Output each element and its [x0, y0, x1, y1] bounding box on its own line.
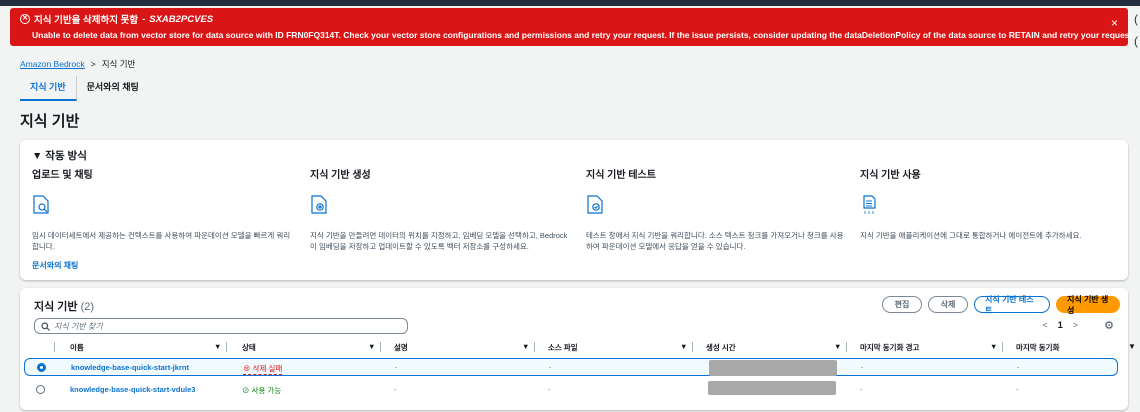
close-icon[interactable]: × — [1111, 16, 1118, 30]
col-header-status[interactable]: 상태 — [242, 342, 256, 353]
column-divider — [380, 342, 381, 352]
col-header-description[interactable]: 설명 — [394, 342, 408, 353]
prev-page-button[interactable]: < — [1042, 320, 1047, 330]
top-nav-bar — [0, 0, 1140, 6]
how-it-works-toggle[interactable]: ▼ 작동 방식 — [32, 148, 87, 163]
knowledge-base-table-panel: 지식 기반 (2) 편집 삭제 지식 기반 테스트 지식 기반 생성 지식 기반… — [20, 288, 1136, 410]
sort-icon[interactable]: ▼ — [1128, 342, 1136, 351]
col-header-last-sync[interactable]: 마지막 동기화 — [1016, 342, 1059, 353]
gear-icon[interactable]: ⚙ — [1104, 319, 1114, 332]
sort-icon[interactable]: ▼ — [834, 342, 841, 351]
pagination: < 1 > — [1042, 320, 1078, 330]
error-id-separator: - — [142, 13, 146, 25]
how-col-description: 임시 데이터세트에서 제공하는 컨텍스트를 사용하여 파운데이션 모델을 빠르게… — [32, 231, 291, 251]
redacted-created-time — [709, 360, 837, 376]
kb-last-sync: - — [1016, 385, 1019, 394]
status-badge: ⊘ 사용 가능 — [242, 386, 282, 395]
table-row[interactable]: knowledge-base-quick-start-vdule3 ⊘ 사용 가… — [24, 381, 1118, 399]
how-col-create: 지식 기반 생성 지식 기반을 만들려면 데이터의 위치를 지정하고, 임베딩 … — [310, 166, 570, 252]
how-col-test: 지식 기반 테스트 테스트 창에서 지식 기반을 쿼리합니다. 소스 텍스트 청… — [586, 166, 846, 252]
tab-bar: 지식 기반 문서와의 채팅 — [20, 76, 149, 101]
kb-description: - — [395, 363, 398, 372]
how-col-use: 지식 기반 사용 지식 기반을 애플리케이션에 그대로 통합하거나 에이전트에 … — [860, 166, 1120, 241]
search-placeholder: 지식 기반 찾기 — [54, 321, 103, 331]
sort-icon[interactable]: ▼ — [368, 342, 375, 351]
next-page-button[interactable]: > — [1073, 320, 1078, 330]
how-col-title: 지식 기반 생성 — [310, 170, 371, 181]
success-status-icon: ⊘ — [242, 386, 250, 395]
breadcrumb: Amazon Bedrock > 지식 기반 — [20, 58, 135, 70]
document-check-icon — [587, 195, 603, 214]
column-divider — [534, 342, 535, 352]
col-header-sync-warning[interactable]: 마지막 동기화 경고 — [860, 342, 919, 353]
error-icon: ✕ — [20, 14, 30, 24]
document-add-icon — [311, 195, 327, 214]
breadcrumb-current: 지식 기반 — [101, 59, 136, 69]
sort-icon[interactable]: ▼ — [214, 342, 221, 351]
kb-sync-warning: - — [861, 363, 864, 372]
kb-description: - — [394, 385, 397, 394]
tab-chat-with-document[interactable]: 문서와의 채팅 — [77, 76, 149, 101]
search-input[interactable]: 지식 기반 찾기 — [34, 318, 408, 334]
document-use-icon — [863, 195, 876, 214]
redacted-created-time — [708, 381, 836, 395]
error-message: Unable to delete data from vector store … — [32, 30, 1135, 40]
column-divider — [692, 342, 693, 352]
column-divider — [846, 342, 847, 352]
how-col-title: 업로드 및 채팅 — [32, 170, 93, 181]
edge-glyph: ( — [1134, 12, 1138, 26]
kb-source-files: - — [548, 385, 551, 394]
tab-knowledge-bases[interactable]: 지식 기반 — [20, 76, 77, 101]
col-header-name[interactable]: 이름 — [70, 342, 84, 353]
document-search-icon — [33, 195, 49, 214]
breadcrumb-root-link[interactable]: Amazon Bedrock — [20, 59, 85, 69]
sort-icon[interactable]: ▼ — [680, 342, 687, 351]
search-icon — [41, 321, 50, 331]
kb-source-files: - — [549, 363, 552, 372]
col-header-created[interactable]: 생성 시간 — [706, 342, 736, 353]
edge-glyph: ( — [1134, 34, 1138, 48]
breadcrumb-separator: > — [90, 59, 96, 69]
page-title: 지식 기반 — [20, 113, 80, 130]
sort-icon[interactable]: ▼ — [990, 342, 997, 351]
column-divider — [54, 342, 55, 352]
error-title: 지식 기반을 삭제하지 못함 — [34, 15, 139, 26]
how-col-description: 테스트 창에서 지식 기반을 쿼리합니다. 소스 텍스트 청크를 가져오거나 청… — [586, 231, 844, 251]
error-id: SXAB2PCVES — [149, 13, 214, 25]
edit-button[interactable]: 편집 — [882, 296, 922, 313]
kb-last-sync: - — [1017, 363, 1020, 372]
row-radio[interactable] — [37, 363, 46, 372]
how-col-title: 지식 기반 사용 — [860, 170, 921, 181]
error-status-icon: ⊗ — [243, 364, 251, 373]
kb-sync-warning: - — [860, 385, 863, 394]
test-kb-button[interactable]: 지식 기반 테스트 — [974, 295, 1050, 315]
kb-name-link[interactable]: knowledge-base-quick-start-vdule3 — [70, 385, 195, 394]
kb-name-link[interactable]: knowledge-base-quick-start-jkrnt — [71, 363, 189, 372]
chat-with-document-link[interactable]: 문서와의 채팅 — [32, 260, 292, 271]
table-row[interactable]: knowledge-base-quick-start-jkrnt ⊗ 삭제 실패… — [24, 358, 1118, 376]
row-radio[interactable] — [36, 385, 45, 394]
how-col-description: 지식 기반을 만들려면 데이터의 위치를 지정하고, 임베딩 모델을 선택하고,… — [310, 231, 568, 251]
how-col-upload-chat: 업로드 및 채팅 임시 데이터세트에서 제공하는 컨텍스트를 사용하여 파운데이… — [32, 166, 292, 271]
sort-icon[interactable]: ▼ — [522, 342, 529, 351]
error-banner: ✕ 지식 기반을 삭제하지 못함 - SXAB2PCVES Unable to … — [10, 8, 1135, 46]
column-divider — [1002, 342, 1003, 352]
current-page[interactable]: 1 — [1058, 320, 1063, 330]
how-it-works-panel: ▼ 작동 방식 업로드 및 채팅 임시 데이터세트에서 제공하는 컨텍스트를 사… — [20, 140, 1128, 280]
table-header: 이름 ▼ 상태 ▼ 설명 ▼ 소스 파일 ▼ 생성 시간 ▼ 마지막 동기화 경… — [34, 340, 1136, 354]
how-col-description: 지식 기반을 애플리케이션에 그대로 통합하거나 에이전트에 추가하세요. — [860, 231, 1082, 240]
status-badge[interactable]: ⊗ 삭제 실패 — [243, 363, 283, 375]
column-divider — [226, 342, 227, 352]
how-col-title: 지식 기반 테스트 — [586, 170, 656, 181]
delete-button[interactable]: 삭제 — [928, 296, 968, 313]
kb-count: (2) — [80, 301, 95, 313]
kb-table-title: 지식 기반 (2) — [34, 301, 95, 313]
create-kb-button[interactable]: 지식 기반 생성 — [1056, 295, 1120, 315]
col-header-source-files[interactable]: 소스 파일 — [548, 342, 578, 353]
